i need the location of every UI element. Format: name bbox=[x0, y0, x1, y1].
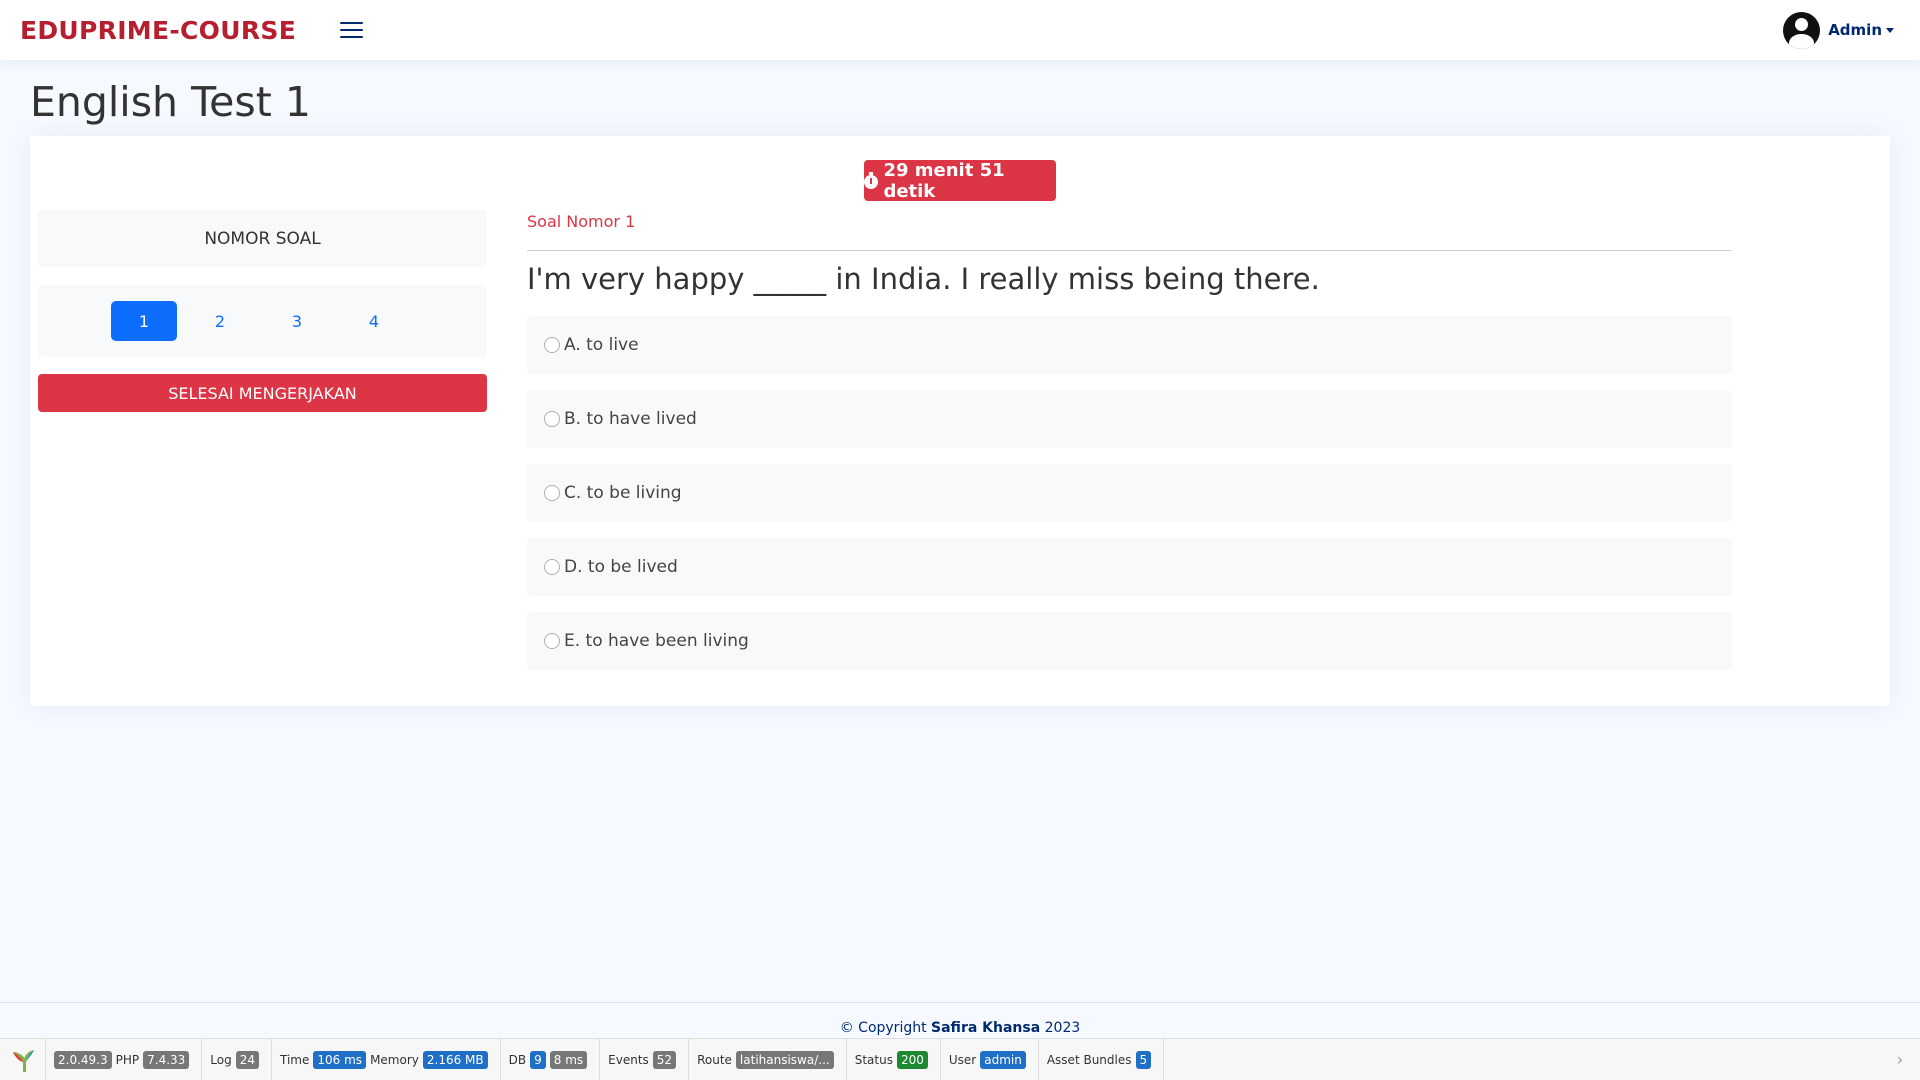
question-number-button-1[interactable]: 1 bbox=[111, 301, 177, 341]
debug-time-badge: 106 ms bbox=[313, 1050, 367, 1069]
test-card: 29 menit 51 detik NOMOR SOAL 1 2 3 4 SEL… bbox=[30, 136, 1890, 706]
debug-memory-badge: 2.166 MB bbox=[422, 1050, 488, 1069]
debug-db-label: DB bbox=[508, 1052, 527, 1067]
yii-logo-icon[interactable] bbox=[0, 1039, 46, 1080]
top-header: EDUPRIME-COURSE Admin bbox=[0, 0, 1920, 60]
debug-asset-badge: 5 bbox=[1135, 1050, 1152, 1069]
question-text: I'm very happy _____ in India. I really … bbox=[527, 262, 1320, 296]
question-number-heading: NOMOR SOAL bbox=[38, 210, 487, 267]
debug-time-label: Time bbox=[280, 1052, 310, 1067]
countdown-timer: 29 menit 51 detik bbox=[864, 159, 1056, 202]
chevron-right-icon[interactable]: › bbox=[1880, 1039, 1920, 1080]
stopwatch-icon bbox=[864, 172, 878, 189]
debug-asset-block[interactable]: Asset Bundles 5 bbox=[1039, 1039, 1165, 1080]
finish-test-button[interactable]: SELESAI MENGERJAKAN bbox=[38, 374, 487, 412]
answer-option-e[interactable]: E. to have been living bbox=[527, 612, 1732, 670]
debug-php-badge: 7.4.33 bbox=[143, 1050, 190, 1069]
debug-route-label: Route bbox=[697, 1052, 732, 1067]
debug-events-badge: 52 bbox=[652, 1050, 677, 1069]
debug-user-label: User bbox=[948, 1052, 977, 1067]
copyright-year: 2023 bbox=[1040, 1020, 1081, 1036]
debug-time-block[interactable]: Time 106 ms Memory 2.166 MB bbox=[272, 1039, 501, 1080]
debug-status-label: Status bbox=[854, 1052, 893, 1067]
page-title: English Test 1 bbox=[30, 78, 311, 126]
question-number-button-3[interactable]: 3 bbox=[264, 301, 330, 341]
radio-button[interactable] bbox=[544, 411, 560, 427]
debug-log-badge: 24 bbox=[235, 1050, 260, 1069]
answer-option-label: A. to live bbox=[564, 335, 639, 355]
answer-option-d[interactable]: D. to be lived bbox=[527, 538, 1732, 596]
question-number-button-4[interactable]: 4 bbox=[341, 301, 407, 341]
divider bbox=[527, 250, 1732, 251]
radio-button[interactable] bbox=[544, 337, 560, 353]
menu-toggle-icon[interactable] bbox=[340, 20, 364, 40]
answer-option-a[interactable]: A. to live bbox=[527, 316, 1732, 374]
debug-events-label: Events bbox=[608, 1052, 649, 1067]
debug-asset-label: Asset Bundles bbox=[1046, 1052, 1132, 1067]
copyright-prefix: © Copyright bbox=[839, 1020, 932, 1036]
profile-dropdown[interactable]: Admin bbox=[1783, 11, 1894, 49]
debug-php-label: PHP bbox=[115, 1052, 140, 1067]
debug-version-block[interactable]: 2.0.49.3 PHP 7.4.33 bbox=[46, 1039, 203, 1080]
app-logo[interactable]: EDUPRIME-COURSE bbox=[20, 16, 296, 45]
radio-button[interactable] bbox=[544, 633, 560, 649]
question-number-list: 1 2 3 4 bbox=[38, 285, 487, 357]
debug-db-count-badge: 9 bbox=[530, 1050, 546, 1069]
debug-user-block[interactable]: User admin bbox=[941, 1039, 1039, 1080]
debug-db-time-badge: 8 ms bbox=[549, 1050, 588, 1069]
debug-user-badge: admin bbox=[980, 1050, 1026, 1069]
footer: © Copyright Safira Khansa 2023 bbox=[0, 1002, 1920, 1042]
user-avatar-icon bbox=[1783, 11, 1821, 49]
question-number-label: Soal Nomor 1 bbox=[527, 212, 636, 231]
question-number-button-2[interactable]: 2 bbox=[187, 301, 253, 341]
caret-down-icon bbox=[1886, 27, 1894, 33]
timer-text: 29 menit 51 detik bbox=[883, 159, 1005, 202]
question-number-heading-text: NOMOR SOAL bbox=[204, 228, 321, 249]
answer-option-b[interactable]: B. to have lived bbox=[527, 390, 1732, 448]
debug-events-block[interactable]: Events 52 bbox=[600, 1039, 690, 1080]
debug-log-block[interactable]: Log 24 bbox=[202, 1039, 273, 1080]
radio-button[interactable] bbox=[544, 485, 560, 501]
debug-db-block[interactable]: DB 9 8 ms bbox=[501, 1039, 601, 1080]
debug-toolbar: 2.0.49.3 PHP 7.4.33 Log 24 Time 106 ms M… bbox=[0, 1038, 1920, 1080]
answer-option-label: B. to have lived bbox=[564, 409, 697, 429]
copyright-author: Safira Khansa bbox=[931, 1020, 1041, 1036]
radio-button[interactable] bbox=[544, 559, 560, 575]
debug-memory-label: Memory bbox=[370, 1052, 419, 1067]
debug-version-badge: 2.0.49.3 bbox=[54, 1050, 112, 1069]
debug-status-badge: 200 bbox=[896, 1050, 928, 1069]
answer-option-label: C. to be living bbox=[564, 483, 682, 503]
answer-option-label: D. to be lived bbox=[564, 557, 678, 577]
debug-log-label: Log bbox=[210, 1052, 232, 1067]
answer-option-label: E. to have been living bbox=[564, 631, 749, 651]
debug-status-block[interactable]: Status 200 bbox=[847, 1039, 941, 1080]
debug-route-badge: latihansiswa/... bbox=[735, 1050, 834, 1069]
answer-option-c[interactable]: C. to be living bbox=[527, 464, 1732, 522]
profile-name: Admin bbox=[1828, 21, 1882, 39]
debug-route-block[interactable]: Route latihansiswa/... bbox=[689, 1039, 847, 1080]
